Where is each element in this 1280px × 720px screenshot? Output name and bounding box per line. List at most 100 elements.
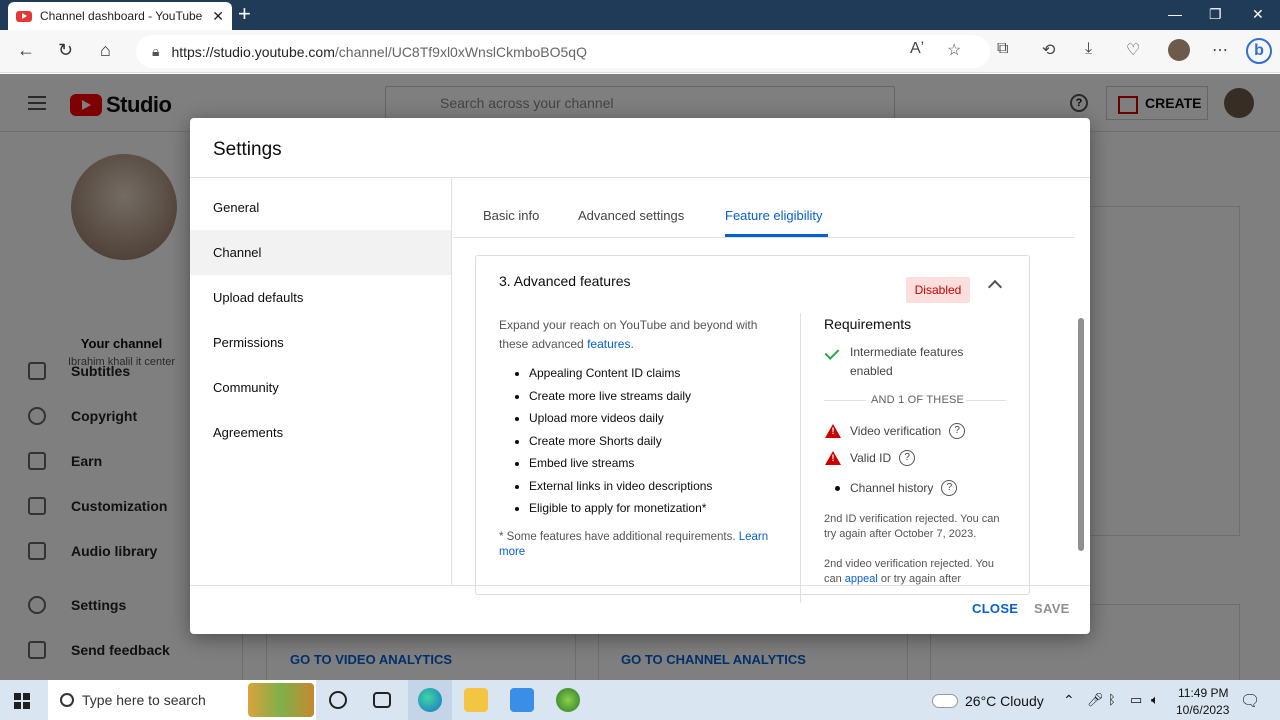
- list-item: Create more live streams daily: [529, 387, 712, 410]
- profile-avatar[interactable]: [1168, 39, 1190, 61]
- read-aloud-icon[interactable]: Aʼ: [910, 40, 924, 58]
- channel-tabs: Basic info Advanced settings Feature eli…: [453, 178, 1075, 238]
- list-item: Upload more videos daily: [529, 409, 712, 432]
- nav-item-channel[interactable]: Channel: [190, 230, 451, 275]
- network-icon[interactable]: ▭: [1130, 692, 1142, 708]
- content-scrollbar[interactable]: [1078, 318, 1084, 551]
- nav-item-upload-defaults[interactable]: Upload defaults: [190, 275, 451, 320]
- check-icon: [824, 345, 840, 360]
- list-item: External links in video descriptions: [529, 477, 712, 500]
- cloud-icon: [932, 694, 958, 708]
- dialog-title: Settings: [213, 139, 282, 160]
- nav-item-agreements[interactable]: Agreements: [190, 410, 451, 455]
- app-icon[interactable]: [556, 688, 580, 712]
- clock-date[interactable]: 10/6/2023: [1176, 703, 1229, 717]
- new-tab-icon[interactable]: +: [238, 3, 251, 25]
- req-id-label: Valid ID: [850, 451, 892, 465]
- rejection-text-end: or try again after: [877, 573, 961, 585]
- tab-advanced-settings[interactable]: Advanced settings: [578, 208, 684, 223]
- nav-item-permissions[interactable]: Permissions: [190, 320, 451, 365]
- search-highlight-image[interactable]: [248, 683, 314, 717]
- windows-taskbar: Type here to search 26°C Cloudy ⌃ 🎤︎ ᛒ ▭…: [0, 680, 1280, 720]
- section-title: 3. Advanced features: [499, 273, 631, 289]
- close-button[interactable]: CLOSE: [972, 601, 1018, 616]
- nav-item-community[interactable]: Community: [190, 365, 451, 410]
- extensions-icon[interactable]: ⧉: [997, 40, 1008, 58]
- bing-copilot-icon[interactable]: b: [1246, 38, 1272, 64]
- id-rejection-note: 2nd ID verification rejected. You can tr…: [824, 513, 1000, 540]
- list-item: Appealing Content ID claims: [529, 364, 712, 387]
- home-icon[interactable]: ⌂: [100, 40, 111, 61]
- and-divider-right: [966, 400, 1006, 401]
- video-rejection-note: 2nd video verification rejected. You can…: [824, 557, 1010, 587]
- settings-dialog: Settings General Channel Upload defaults…: [190, 118, 1090, 634]
- status-badge: Disabled: [906, 277, 970, 303]
- bluetooth-icon[interactable]: ᛒ: [1108, 692, 1116, 707]
- nav-item-general[interactable]: General: [190, 185, 451, 230]
- back-icon[interactable]: ←: [17, 40, 35, 61]
- help-icon[interactable]: ?: [949, 423, 966, 439]
- url-host: https://studio.youtube.com: [171, 43, 335, 60]
- req-history-label: Channel history: [850, 481, 934, 495]
- features-description: Expand your reach on YouTube and beyond …: [499, 316, 774, 354]
- list-item: Embed live streams: [529, 454, 712, 477]
- downloads-icon[interactable]: ⤓: [1085, 40, 1092, 58]
- save-button: SAVE: [1034, 601, 1070, 616]
- footnote: * Some features have additional requirem…: [499, 530, 789, 560]
- column-divider: [800, 313, 801, 603]
- maximize-icon[interactable]: ❐: [1209, 6, 1222, 23]
- req-intermediate: Intermediate features enabled: [850, 345, 964, 378]
- req-video-verification: Video verification?: [850, 423, 966, 439]
- close-tab-icon[interactable]: ✕: [212, 8, 224, 25]
- and-divider-left: [824, 400, 866, 401]
- url-field[interactable]: 🔒︎ https://studio.youtube.com/channel/UC…: [136, 35, 990, 68]
- appeal-link[interactable]: appeal: [845, 573, 878, 585]
- features-list: Appealing Content ID claims Create more …: [529, 364, 712, 522]
- tab-feature-eligibility[interactable]: Feature eligibility: [725, 208, 823, 223]
- weather-label[interactable]: 26°C Cloudy: [965, 693, 1044, 709]
- footnote-text: * Some features have additional requirem…: [499, 531, 739, 543]
- list-item: Create more Shorts daily: [529, 432, 712, 455]
- history-icon[interactable]: ⟲: [1042, 40, 1055, 60]
- req-channel-history: Channel history?: [850, 480, 958, 496]
- browser-tab[interactable]: Channel dashboard - YouTube St ✕: [8, 2, 232, 30]
- windows-start-icon[interactable]: [14, 693, 30, 709]
- advanced-features-card: 3. Advanced features Disabled Expand you…: [475, 255, 1030, 603]
- youtube-favicon-icon: [16, 10, 32, 22]
- req-valid-id: Valid ID?: [850, 450, 916, 466]
- list-item: Eligible to apply for monetization*: [529, 499, 712, 522]
- microphone-icon[interactable]: 🎤︎: [1087, 692, 1104, 708]
- tab-title: Channel dashboard - YouTube St: [40, 9, 207, 23]
- task-view-icon[interactable]: [373, 692, 391, 708]
- address-bar-row: ← ↻ ⌂ 🔒︎ https://studio.youtube.com/chan…: [0, 30, 1280, 73]
- help-icon[interactable]: ?: [941, 480, 958, 496]
- lock-icon: 🔒︎: [152, 43, 160, 59]
- bullet-dot: [835, 486, 840, 491]
- warning-mark: !: [831, 453, 835, 463]
- favorite-star-icon[interactable]: ☆: [947, 40, 961, 60]
- requirements-title: Requirements: [824, 316, 912, 332]
- notifications-icon[interactable]: 🗨︎: [1240, 691, 1260, 711]
- close-window-icon[interactable]: ✕: [1252, 6, 1264, 23]
- edge-icon: [418, 688, 442, 712]
- browser-tab-bar: Channel dashboard - YouTube St ✕ + — ❐ ✕: [0, 0, 1280, 30]
- warning-mark: !: [831, 426, 835, 436]
- browser-essentials-icon[interactable]: ♡: [1126, 40, 1140, 60]
- file-explorer-icon[interactable]: [464, 688, 488, 712]
- tab-basic-info[interactable]: Basic info: [483, 208, 539, 223]
- volume-icon[interactable]: 🔈︎: [1151, 692, 1159, 708]
- more-menu-icon[interactable]: ⋯: [1212, 40, 1228, 60]
- minimize-icon[interactable]: —: [1168, 6, 1182, 22]
- clock-time[interactable]: 11:49 PM: [1178, 686, 1228, 700]
- description-end: .: [630, 337, 634, 351]
- store-icon[interactable]: [510, 688, 534, 712]
- and-one-of-these: AND 1 OF THESE: [871, 394, 965, 406]
- refresh-icon[interactable]: ↻: [58, 40, 73, 61]
- settings-nav: General Channel Upload defaults Permissi…: [190, 178, 452, 585]
- cortana-icon[interactable]: [329, 691, 347, 709]
- chevron-up-icon[interactable]: ⌃: [1063, 692, 1075, 709]
- chevron-up-icon[interactable]: [987, 279, 1003, 295]
- req-video-label: Video verification: [850, 424, 942, 438]
- features-link[interactable]: features: [587, 337, 630, 351]
- help-icon[interactable]: ?: [899, 450, 916, 466]
